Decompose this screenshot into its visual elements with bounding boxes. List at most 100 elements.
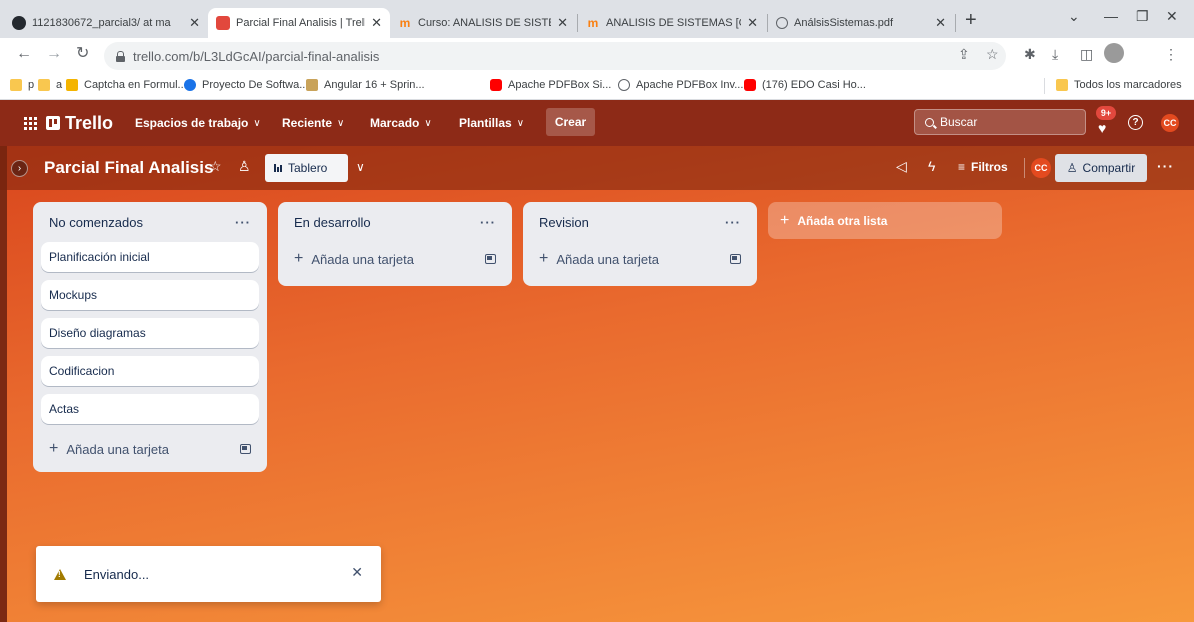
list-header[interactable]: Revision ··· [531,202,749,242]
bookmark-star-icon[interactable]: ☆ [986,47,999,61]
board-title[interactable]: Parcial Final Analisis [44,158,213,178]
browser-tab-trello[interactable]: Parcial Final Analisis | Trello ✕ [208,8,390,38]
window-close-icon[interactable]: ✕ [1166,8,1178,25]
nav-workspaces[interactable]: Espacios de trabajo ∨ [135,100,261,146]
nav-templates[interactable]: Plantillas ∨ [459,100,524,146]
plus-icon: + [49,440,59,457]
bookmark-proyecto[interactable]: Proyecto De Softwa... [184,79,308,91]
notifications-button[interactable]: 9+ ♥ [1094,106,1118,138]
list-title[interactable]: En desarrollo [294,215,371,230]
bookmark-all[interactable]: Todos los marcadores [1056,79,1182,91]
chevron-down-icon[interactable]: ∨ [356,160,365,174]
app-switcher-button[interactable] [24,100,37,146]
card[interactable]: Mockups [41,280,259,310]
card[interactable]: Actas [41,394,259,424]
share-page-icon[interactable]: ⇪ [958,47,970,61]
share-label: Compartir [1082,161,1136,175]
list-menu-icon[interactable]: ··· [235,215,251,230]
automation-icon[interactable]: ϟ [928,158,935,174]
card-template-icon[interactable] [485,254,496,264]
bookmark-label: Proyecto De Softwa... [202,79,309,91]
card[interactable]: Codificacion [41,356,259,386]
share-button[interactable]: ♙ Compartir [1055,154,1147,182]
tab-label: 1121830672_parcial3/ at ma [32,17,171,29]
visibility-icon[interactable]: ♙ [238,158,251,175]
sending-toast: Enviando... ✕ [36,546,381,602]
minimize-icon[interactable]: — [1104,8,1118,24]
address-bar[interactable]: trello.com/b/L3LdGcAI/parcial-final-anal… [104,42,1006,70]
extensions-icon[interactable]: ✱ [1024,47,1036,61]
list-header[interactable]: No comenzados ··· [41,202,259,242]
browser-tab-analisis[interactable]: m ANALISIS DE SISTEMAS [G1 ✕ [578,8,766,38]
add-card-button[interactable]: + Añada una tarjeta [286,242,504,276]
bookmark-label: Todos los marcadores [1074,79,1182,91]
list-no-comenzados: No comenzados ··· Planificación inicial … [33,202,267,472]
close-icon[interactable]: ✕ [189,15,200,31]
expand-sidebar-button[interactable]: › [11,160,28,177]
browser-tab-github[interactable]: 1121830672_parcial3/ at ma ✕ [4,8,208,38]
power-ups-icon[interactable]: ◁ [896,158,907,175]
bookmark-angular[interactable]: Angular 16 + Sprin... [306,79,425,91]
browser-menu-icon[interactable]: ⋮ [1164,47,1178,61]
forward-icon[interactable]: → [46,46,62,62]
browser-tab-pdf[interactable]: AnálsisSistemas.pdf ✕ [768,8,954,38]
tab-label: AnálsisSistemas.pdf [794,17,894,29]
tab-search-icon[interactable]: ⌄ [1068,8,1080,25]
bookmark-pdfbox-si[interactable]: Apache PDFBox Si... [490,79,611,91]
reload-icon[interactable]: ↻ [76,46,89,62]
side-panel-icon[interactable]: ◫ [1080,47,1093,61]
trello-logo[interactable]: Trello [46,100,113,146]
close-icon[interactable]: ✕ [371,15,382,31]
add-list-button[interactable]: + Añada otra lista [768,202,1002,239]
tab-label: Parcial Final Analisis | Trello [236,17,366,29]
card[interactable]: Diseño diagramas [41,318,259,348]
list-title[interactable]: Revision [539,215,589,230]
bookmarks-bar: p a Captcha en Formul... Proyecto De Sof… [0,72,1194,100]
tab-label: Curso: ANALISIS DE SISTEMA [418,17,551,29]
filter-button[interactable]: ≡ Filtros [958,160,1008,174]
close-icon[interactable]: ✕ [351,564,363,581]
user-avatar[interactable]: CC [1161,114,1179,132]
bookmark-label: a [56,79,63,91]
list-menu-icon[interactable]: ··· [480,215,496,230]
back-icon[interactable]: ← [16,46,32,62]
card-template-icon[interactable] [730,254,741,264]
new-tab-icon[interactable]: + [965,10,977,30]
help-icon[interactable]: ? [1128,115,1143,130]
toast-message: Enviando... [84,566,150,582]
add-card-button[interactable]: + Añada una tarjeta [41,432,259,466]
add-card-button[interactable]: + Añada una tarjeta [531,242,749,276]
profile-avatar[interactable] [1104,43,1124,63]
close-icon[interactable]: ✕ [557,15,568,31]
close-icon[interactable]: ✕ [747,15,758,31]
board-view-button[interactable]: Tablero [265,154,348,182]
bookmark-edo[interactable]: (176) EDO Casi Ho... [744,79,866,91]
nav-starred[interactable]: Marcado ∨ [370,100,432,146]
bookmark-captcha[interactable]: Captcha en Formul... [66,79,187,91]
restore-icon[interactable]: ❐ [1136,8,1149,25]
add-card-label: Añada una tarjeta [311,251,414,267]
bookmark-folder-a[interactable]: a [38,79,62,91]
close-icon[interactable]: ✕ [935,15,946,31]
create-button[interactable]: Crear [546,108,595,136]
nav-recent[interactable]: Reciente ∨ [282,100,344,146]
star-icon[interactable]: ☆ [209,158,222,175]
bookmark-pdfbox-inv[interactable]: Apache PDFBox Inv... [618,79,743,91]
download-icon[interactable]: ⤓ [1052,47,1058,61]
card-template-icon[interactable] [240,444,251,454]
card[interactable]: Planificación inicial [41,242,259,272]
folder-icon [38,79,50,91]
search-input[interactable] [940,115,1070,129]
list-menu-icon[interactable]: ··· [725,215,741,230]
browser-tab-curso[interactable]: m Curso: ANALISIS DE SISTEMA ✕ [390,8,576,38]
github-icon [12,16,26,30]
bookmark-folder-p[interactable]: p [10,79,34,91]
search-box[interactable] [914,109,1086,135]
chevron-down-icon: ∨ [424,117,432,129]
more-options-icon[interactable]: ··· [1157,158,1174,174]
browser-toolbar: ← → ↻ trello.com/b/L3LdGcAI/parcial-fina… [0,38,1194,72]
list-header[interactable]: En desarrollo ··· [286,202,504,242]
list-title[interactable]: No comenzados [49,215,143,230]
member-avatar[interactable]: CC [1031,158,1051,178]
folder-icon [1056,79,1068,91]
